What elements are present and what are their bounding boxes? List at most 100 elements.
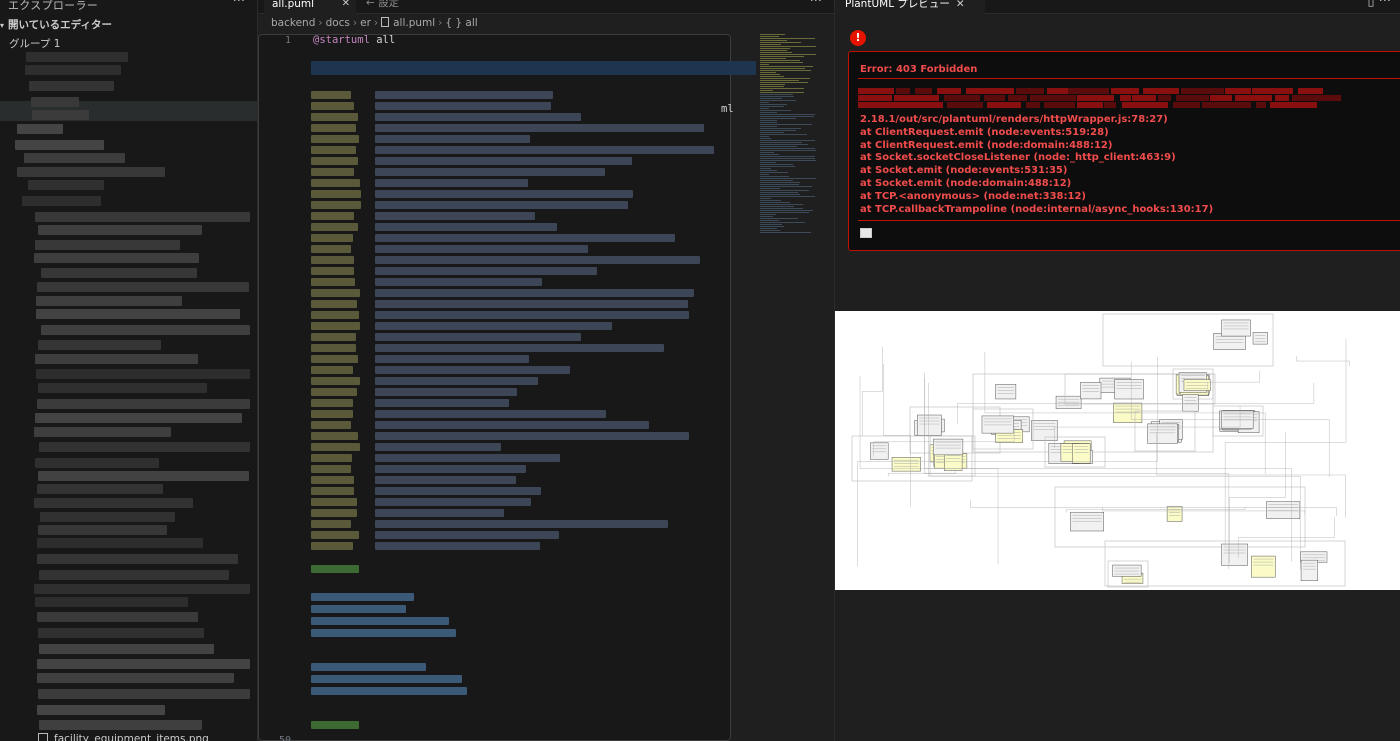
breadcrumb-item[interactable]: er [360,17,371,29]
tree-item-redacted[interactable] [40,512,176,522]
editor-more-icon[interactable]: ··· [810,0,822,9]
tree-item-redacted[interactable] [37,399,250,409]
minimap-line [760,200,781,201]
editor-group-label[interactable]: グループ 1 [9,36,60,51]
tree-item-redacted[interactable] [31,97,80,107]
redacted-text [1111,88,1139,94]
tree-item-redacted[interactable] [38,628,205,638]
tree-item-redacted[interactable] [39,720,203,730]
minimap-line [760,170,778,171]
tree-item-redacted[interactable] [34,498,194,508]
minimap-line [760,106,784,107]
minimap-line [760,94,794,95]
tree-item-redacted[interactable] [34,584,250,594]
tab-plantuml-preview[interactable]: PlantUML プレビュー ✕ [835,0,985,14]
tree-item-redacted[interactable] [35,212,250,222]
breadcrumb-item[interactable]: { } all [445,17,477,29]
tree-item-redacted[interactable] [32,110,90,120]
tree-item-redacted[interactable] [17,124,63,134]
breadcrumb-item[interactable]: all.puml [393,17,435,29]
tree-item-redacted[interactable] [37,538,203,548]
tree-item-redacted[interactable] [22,196,101,206]
tree-item-redacted[interactable] [15,140,104,150]
tree-item-redacted[interactable] [38,225,203,235]
tree-item-redacted[interactable] [36,369,250,379]
uml-class-box [1166,506,1183,522]
tree-item-redacted[interactable] [37,705,166,715]
tree-item-redacted[interactable] [35,458,160,468]
redacted-text [1251,88,1293,94]
code-token-redacted [375,542,540,550]
tree-item-redacted[interactable] [37,659,250,669]
tree-item-redacted[interactable] [34,253,200,263]
code-token-redacted [311,124,356,132]
tree-item-redacted[interactable] [39,570,230,580]
minimap[interactable] [758,34,828,234]
tree-item-redacted[interactable] [25,65,121,75]
tree-item-redacted[interactable] [41,325,250,335]
code-token-redacted [375,168,605,176]
error-panel: Error: 403 Forbidden 2.18.1/out/src/plan… [848,51,1400,251]
tree-item-redacted[interactable] [39,442,250,452]
redacted-text [1274,95,1289,101]
tree-item-redacted[interactable] [35,354,199,364]
code-token-redacted [375,201,629,209]
tree-item-redacted[interactable] [17,167,166,177]
tree-item-redacted[interactable] [38,525,168,535]
tree-item-redacted[interactable] [24,153,125,163]
tree-item-redacted[interactable] [28,180,105,190]
minimap-line [760,100,797,101]
tab-settings[interactable]: ← 設定 [362,0,432,14]
tree-item-redacted[interactable] [37,612,199,622]
tree-item-redacted[interactable] [36,309,241,319]
minimap-line [760,204,803,205]
uml-diagram-image[interactable] [835,311,1400,590]
minimap-line [760,38,815,39]
tree-item-redacted[interactable] [38,689,250,699]
minimap-line [760,182,800,183]
close-icon[interactable]: ✕ [956,0,965,10]
redacted-text [1015,88,1044,94]
tree-item-redacted[interactable] [38,383,207,393]
tree-item-redacted[interactable] [37,673,235,683]
tree-item-redacted[interactable] [38,340,161,350]
tree-item-redacted[interactable] [36,296,183,306]
uml-relation-line [1296,356,1350,367]
split-editor-icon[interactable]: ▯ ··· [1367,0,1391,9]
code-token-redacted [375,322,613,330]
minimap-line [760,104,788,105]
tree-item-file[interactable]: facility_equipment_items.png [38,733,209,741]
tree-item-redacted[interactable] [39,644,214,654]
stack-line: at Socket.socketCloseListener (node:_htt… [860,152,1176,164]
code-token-redacted [375,278,543,286]
code-token-redacted [375,377,539,385]
uml-class-box [1183,379,1211,391]
highlighted-line [311,61,756,75]
minimap-line [760,78,810,79]
breadcrumb-item[interactable]: docs [326,17,350,29]
tree-item-redacted[interactable] [29,81,115,91]
breadcrumb-item[interactable]: backend [271,17,315,29]
tree-item-redacted[interactable] [35,240,180,250]
tree-item-redacted[interactable] [37,554,239,564]
tree-item-redacted[interactable] [26,52,128,62]
minimap-line [760,156,815,157]
tree-item-redacted[interactable] [37,282,250,292]
close-icon[interactable]: ✕ [342,0,350,11]
code-editor[interactable]: 1 50 @startuml all ml [258,34,756,741]
tree-item-redacted[interactable] [34,427,171,437]
tree-item-redacted[interactable] [35,413,243,423]
text-token: all [369,34,396,46]
code-token-redacted [375,399,509,407]
tree-item-redacted[interactable] [35,597,189,607]
broken-image-icon [860,228,872,238]
explorer-more-icon[interactable]: ··· [233,0,245,9]
tab-all-puml[interactable]: all.puml ✕ [264,0,356,14]
open-editors-section[interactable]: ▾ 開いているエディター [0,17,112,32]
tree-item-redacted[interactable] [41,268,197,278]
tree-item-redacted[interactable] [38,471,250,481]
minimap-line [760,108,770,109]
stack-line: at ClientRequest.emit (node:events:519:2… [860,126,1109,138]
tree-item-redacted[interactable] [37,484,163,494]
minimap-line [760,162,776,163]
